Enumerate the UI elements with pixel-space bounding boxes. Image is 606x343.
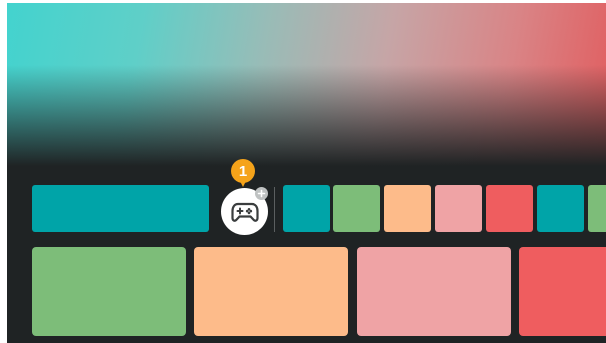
content-card[interactable] <box>194 247 348 336</box>
content-card[interactable] <box>357 247 511 336</box>
featured-tile[interactable] <box>32 185 209 232</box>
gamepad-icon <box>230 202 259 222</box>
app-tile[interactable] <box>384 185 431 232</box>
step-number-badge: 1 <box>231 159 255 183</box>
app-tile[interactable] <box>537 185 584 232</box>
launcher-divider <box>274 187 275 232</box>
step-badge-pointer <box>240 181 246 187</box>
app-tile[interactable] <box>435 185 482 232</box>
plus-icon[interactable] <box>255 187 268 200</box>
app-tile[interactable] <box>333 185 380 232</box>
app-tile[interactable] <box>588 185 606 232</box>
hero-banner[interactable] <box>7 3 606 166</box>
content-card[interactable] <box>519 247 606 336</box>
content-card[interactable] <box>32 247 186 336</box>
app-tile[interactable] <box>486 185 533 232</box>
tv-screen: 1 <box>7 3 606 343</box>
app-tile[interactable] <box>283 185 330 232</box>
